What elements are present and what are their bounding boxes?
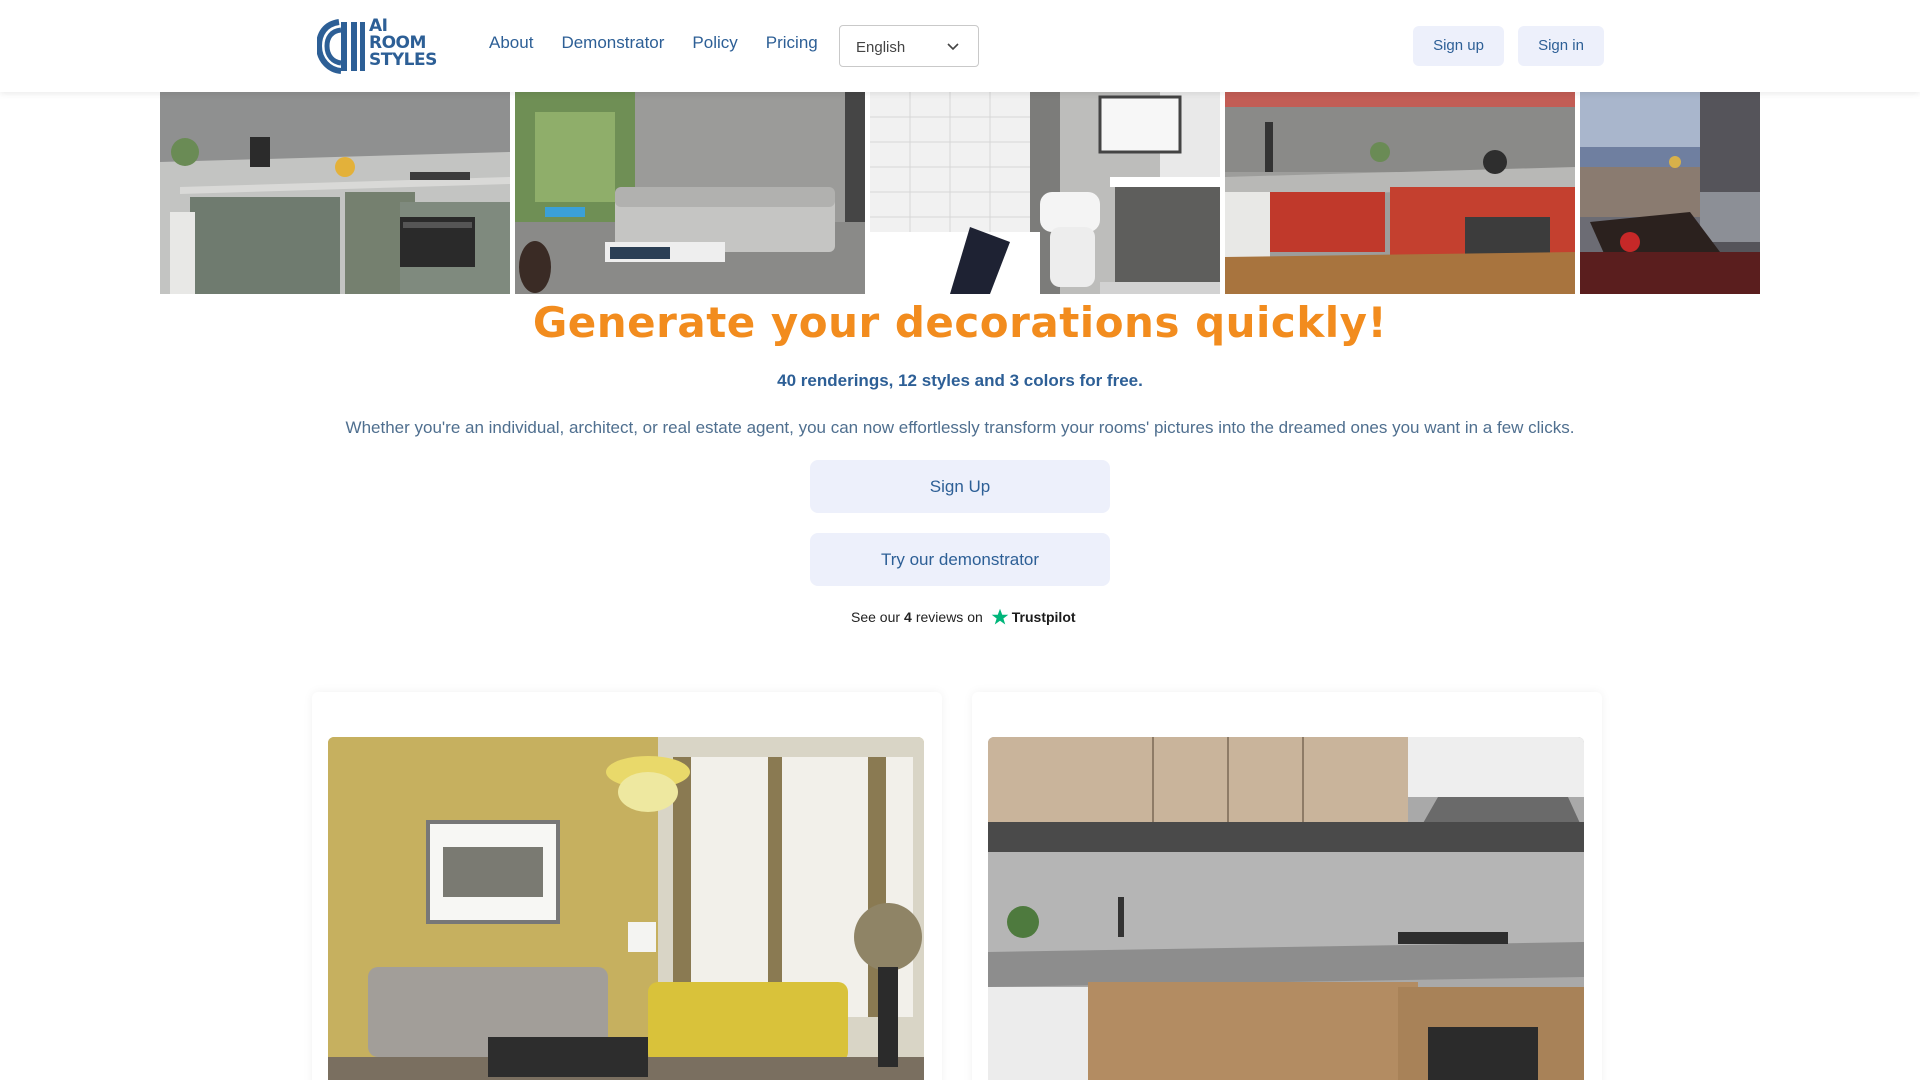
language-select-value: English: [856, 39, 906, 56]
language-select[interactable]: English: [839, 25, 979, 67]
gallery-image-bathroom[interactable]: [870, 92, 1220, 294]
gallery-image-balcony-lounge[interactable]: [1580, 92, 1760, 294]
trustpilot-brand: Trustpilot: [1011, 609, 1076, 625]
gallery-image-living-room[interactable]: [515, 92, 865, 294]
signin-button[interactable]: Sign in: [1518, 26, 1604, 66]
example-card: [972, 692, 1602, 1080]
logo-wordmark: AI ROOM STYLES: [369, 18, 437, 69]
example-card: [312, 692, 942, 1080]
hero-title: Generate your decorations quickly!: [532, 298, 1388, 347]
trustpilot-prefix: See our: [851, 609, 901, 625]
room-gallery: [160, 92, 1760, 294]
trustpilot-widget[interactable]: See our 4 reviews on Trustpilot: [851, 606, 1076, 628]
example-image-wood-kitchen[interactable]: [988, 737, 1584, 1080]
gallery-image-gray-kitchen[interactable]: [160, 92, 510, 294]
hero-description: Whether you're an individual, architect,…: [345, 418, 1575, 437]
trustpilot-star-icon: [991, 608, 1009, 625]
gallery-image-red-kitchen[interactable]: [1225, 92, 1575, 294]
top-navbar: AI ROOM STYLES About Demonstrator Policy…: [0, 0, 1920, 92]
nav-policy[interactable]: Policy: [692, 33, 737, 53]
trustpilot-suffix: reviews on: [915, 609, 983, 625]
main-nav: About Demonstrator Policy Pricing: [489, 33, 846, 53]
logo-mark-icon: [317, 19, 365, 74]
nav-demonstrator[interactable]: Demonstrator: [561, 33, 664, 53]
logo-line-3: STYLES: [369, 50, 437, 70]
nav-about[interactable]: About: [489, 33, 533, 53]
trustpilot-review-count: 4: [904, 609, 912, 625]
example-image-living-room[interactable]: [328, 737, 924, 1080]
hero-subtitle: 40 renderings, 12 styles and 3 colors fo…: [777, 371, 1143, 390]
demo-cta-button[interactable]: Try our demonstrator: [810, 533, 1110, 586]
signup-cta-button[interactable]: Sign Up: [810, 460, 1110, 513]
nav-pricing[interactable]: Pricing: [766, 33, 818, 53]
logo[interactable]: AI ROOM STYLES: [317, 18, 437, 74]
chevron-down-icon: [947, 43, 959, 51]
signup-button[interactable]: Sign up: [1413, 26, 1504, 66]
